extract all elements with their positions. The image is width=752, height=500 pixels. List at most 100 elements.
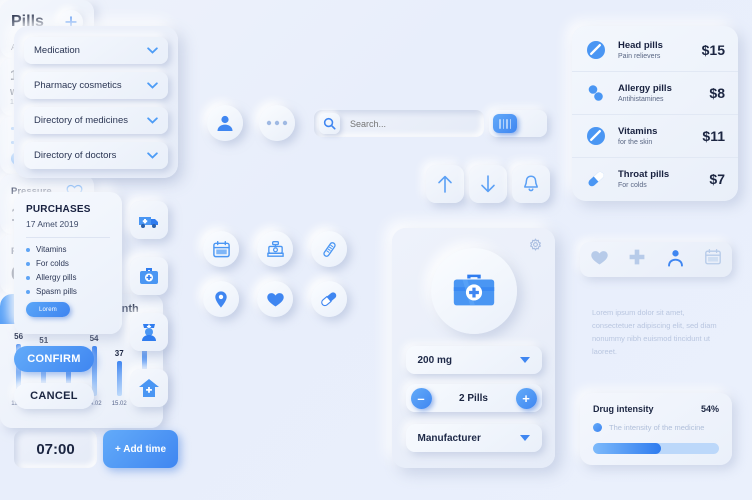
ambulance-icon-button[interactable] [130, 201, 168, 239]
chart-bar-value: 54 [89, 334, 99, 343]
item-name: Throat pills [618, 169, 670, 180]
search-bar[interactable] [314, 110, 484, 137]
arrow-up-icon [438, 175, 452, 193]
capsule-icon [321, 292, 337, 307]
user-icon-button[interactable] [666, 248, 685, 272]
calendar-icon [705, 248, 722, 265]
bullet-dot [26, 289, 30, 294]
confirm-button[interactable]: CONFIRM [14, 346, 94, 372]
intensity-percent: 54% [700, 404, 719, 414]
capsule-icon-button[interactable] [311, 281, 347, 317]
progress-track[interactable] [593, 443, 719, 454]
intensity-subtitle: The intensity of the medicine [609, 423, 705, 432]
item-name: Head pills [618, 39, 663, 51]
search-input[interactable] [350, 118, 470, 129]
cross-icon [629, 249, 645, 265]
drug-intensity-card: Drug intensity 54% The intensity of the … [580, 393, 732, 465]
arrow-down-icon [481, 175, 495, 193]
item-desc: for the skin [618, 139, 653, 146]
item-price: $15 [701, 41, 725, 58]
chart-x-label: 15.02 [111, 401, 127, 407]
hospital-home-icon-button[interactable] [130, 369, 168, 407]
manufacturer-select[interactable]: Manufacturer [405, 424, 542, 452]
chevron-down-icon [147, 47, 158, 54]
thermometer-icon-button[interactable] [311, 231, 347, 267]
decrement-button[interactable]: – [410, 387, 432, 409]
hospital-home-icon [139, 379, 159, 397]
table-row[interactable]: Head pills Pain relievers $15 [572, 28, 738, 71]
arrow-up-button[interactable] [426, 165, 464, 203]
bullet-dot [26, 247, 30, 252]
calendar-icon-button[interactable] [704, 248, 722, 271]
item-price: $11 [702, 128, 725, 144]
more-options-button[interactable] [259, 105, 295, 141]
notifications-button[interactable] [512, 165, 550, 203]
list-item-label: Vitamins [36, 245, 67, 254]
calendar-icon [212, 240, 230, 257]
table-row[interactable]: Vitamins for the skin $11 [572, 114, 738, 157]
chart-bar-group: 37 [115, 324, 124, 396]
medical-bag-icon [453, 274, 494, 306]
accordion-item-medication[interactable]: Medication [24, 37, 168, 64]
progress-fill [593, 443, 662, 454]
gear-icon [530, 238, 541, 251]
avatar[interactable] [207, 105, 243, 141]
dose-select[interactable]: 200 mg [405, 346, 542, 374]
accordion-item-label: Medication [34, 45, 80, 56]
cancel-button[interactable]: CANCEL [14, 383, 94, 409]
chevron-down-icon [147, 152, 158, 159]
location-pin-icon-button[interactable] [203, 281, 239, 317]
pill-two-dots-icon [588, 85, 603, 101]
table-row[interactable]: Throat pills For colds $7 [572, 157, 738, 200]
purchases-title: PURCHASES [26, 204, 91, 215]
item-desc: For colds [618, 182, 647, 189]
user-icon [217, 115, 233, 131]
first-aid-kit-icon-button[interactable] [130, 257, 168, 295]
heart-icon-button[interactable] [590, 249, 609, 271]
legend-dot [593, 423, 602, 432]
purchases-card: PURCHASES 17 Amet 2019 Vitamins For cold… [14, 192, 122, 334]
cross-icon-button[interactable] [628, 248, 646, 271]
arrow-down-button[interactable] [469, 165, 507, 203]
manufacturer-value: Manufacturer [417, 432, 481, 444]
location-pin-icon [215, 290, 227, 308]
list-item-label: Allergy pills [36, 273, 77, 282]
purchases-date: 17 Amet 2019 [26, 219, 79, 229]
toggle-switch[interactable] [489, 110, 547, 137]
accordion-item-pharmacy-cosmetics[interactable]: Pharmacy cosmetics [24, 72, 168, 99]
heart-icon-button[interactable] [257, 281, 293, 317]
pill-count-value: 2 Pills [459, 392, 488, 404]
first-aid-kit-icon [140, 268, 158, 284]
ambulance-icon [139, 217, 158, 228]
lorem-badge[interactable]: Lorem [26, 302, 70, 317]
table-row[interactable]: Allergy pills Antihistamines $8 [572, 71, 738, 114]
item-name: Vitamins [618, 126, 658, 137]
pill-count-stepper[interactable]: – 2 Pills + [405, 384, 542, 412]
item-price: $7 [709, 171, 725, 187]
intensity-title: Drug intensity [593, 404, 654, 414]
calendar-icon-button[interactable] [203, 231, 239, 267]
settings-button[interactable] [528, 238, 543, 258]
chart-bar-value: 51 [39, 336, 49, 345]
pill-round-icon [587, 40, 605, 59]
accordion-item-label: Directory of medicines [34, 115, 128, 126]
scale-icon-button[interactable] [257, 231, 293, 267]
item-name: Allergy pills [618, 83, 672, 94]
ellipsis-icon [266, 120, 288, 126]
accordion-item-directory-of-doctors[interactable]: Directory of doctors [24, 142, 168, 169]
item-desc: Pain relievers [618, 52, 661, 60]
bell-icon [524, 175, 538, 192]
accordion-item-directory-of-medicines[interactable]: Directory of medicines [24, 107, 168, 134]
list-item-label: For colds [36, 259, 69, 268]
medical-bag-icon-circle [430, 248, 517, 334]
list-item: Spasm pills [26, 287, 110, 296]
time-field[interactable]: 07:00 [14, 430, 97, 468]
bottom-icon-bar [580, 242, 732, 277]
nurse-icon [142, 324, 156, 341]
dosage-panel: 200 mg – 2 Pills + Manufacturer [392, 228, 555, 468]
item-desc: Antihistamines [618, 96, 664, 103]
scale-icon [266, 240, 284, 257]
add-time-button[interactable]: + Add time [103, 430, 178, 468]
increment-button[interactable]: + [515, 387, 537, 409]
nurse-icon-button[interactable] [130, 313, 168, 351]
